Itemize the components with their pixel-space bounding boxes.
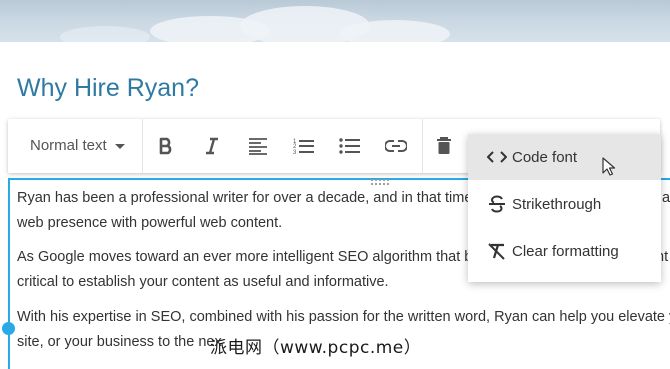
link-button[interactable] — [382, 132, 410, 160]
mouse-pointer-icon — [602, 157, 616, 176]
svg-text:3: 3 — [293, 150, 297, 155]
clipped-text: a — [662, 190, 670, 206]
menu-item-label: Code font — [512, 148, 578, 166]
italic-icon — [206, 137, 218, 155]
align-left-icon — [249, 138, 267, 155]
bold-icon — [159, 137, 172, 155]
menu-item-label: Clear formatting — [512, 242, 619, 260]
header-banner-image — [0, 0, 670, 42]
bulleted-list-icon — [339, 138, 360, 154]
page-title: Why Hire Ryan? — [17, 74, 199, 102]
paragraph-line: With his expertise in SEO, combined with… — [17, 309, 670, 325]
trash-icon — [437, 137, 451, 154]
caret-down-icon — [114, 143, 125, 149]
bulleted-list-button[interactable] — [336, 132, 364, 160]
format-dropdown-menu: Code font Strikethrough Clear formatting — [468, 134, 661, 282]
watermark-text: 派电网（www.pcpc.me） — [210, 338, 422, 358]
menu-item-clear-formatting[interactable]: Clear formatting — [468, 228, 661, 274]
text-style-label: Normal text — [30, 137, 107, 154]
numbered-list-button[interactable]: 1 2 3 — [290, 132, 318, 160]
strikethrough-icon — [484, 195, 510, 213]
menu-item-label: Strikethrough — [512, 195, 602, 213]
align-left-button[interactable] — [244, 132, 272, 160]
bold-button[interactable] — [152, 132, 180, 160]
numbered-list-icon: 1 2 3 — [293, 139, 314, 155]
clear-formatting-icon — [484, 242, 510, 260]
menu-item-code-font[interactable]: Code font — [468, 134, 661, 180]
drag-grip-icon[interactable] — [370, 178, 390, 186]
text-style-dropdown[interactable]: Normal text — [30, 119, 125, 173]
delete-button[interactable] — [430, 132, 458, 160]
toolbar-divider — [422, 119, 423, 173]
menu-item-strikethrough[interactable]: Strikethrough — [468, 181, 661, 227]
code-icon — [484, 150, 510, 164]
toolbar-divider — [142, 119, 143, 173]
italic-button[interactable] — [198, 132, 226, 160]
link-icon — [385, 140, 407, 152]
block-insert-handle[interactable] — [2, 322, 15, 335]
